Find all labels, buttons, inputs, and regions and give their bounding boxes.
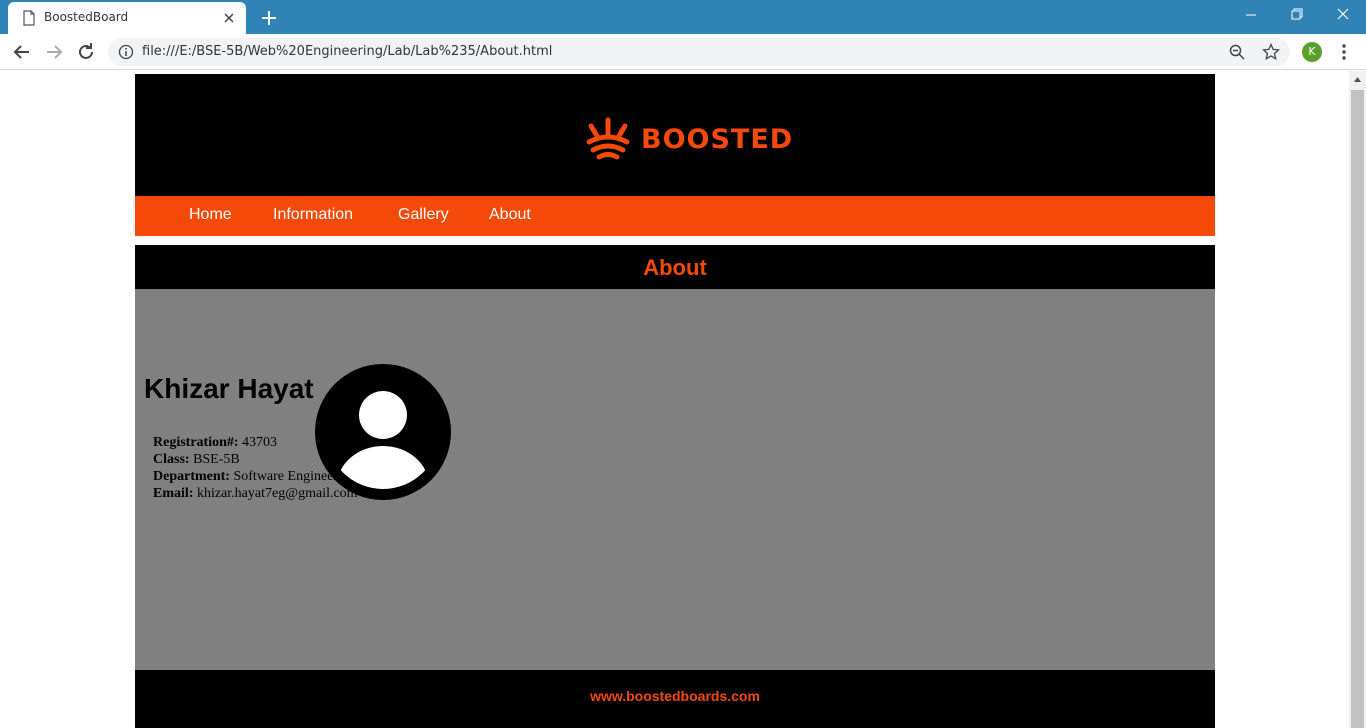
site-header: BOOSTED [135,74,1215,196]
tab-title: BoostedBoard [44,10,129,24]
profile-avatar[interactable]: K [1302,42,1322,62]
user-profile-icon [315,364,451,500]
nav-gallery-link[interactable]: Gallery [398,206,449,224]
scroll-up-arrow-icon[interactable] [1349,71,1366,88]
browser-toolbar: file:///E:/BSE-5B/Web%20Engineering/Lab/… [0,34,1366,70]
footer-website-link[interactable]: www.boostedboards.com [135,688,1215,704]
boosted-logo-mark-icon [586,117,630,160]
back-arrow-icon[interactable] [10,40,34,64]
main-nav: Home Information Gallery About [135,196,1215,236]
url-text[interactable]: file:///E:/BSE-5B/Web%20Engineering/Lab/… [142,44,552,59]
more-menu-icon[interactable] [1334,42,1354,62]
brand-name: BOOSTED [641,124,794,155]
section-title-bar: About [135,245,1215,289]
address-bar[interactable]: file:///E:/BSE-5B/Web%20Engineering/Lab/… [108,38,1290,66]
document-icon [23,10,35,26]
forward-arrow-icon[interactable] [42,40,66,64]
browser-titlebar: BoostedBoard [0,0,1366,34]
detail-label: Department: [153,469,230,484]
restore-icon[interactable] [1274,0,1320,30]
detail-value: BSE-5B [193,452,240,467]
detail-label: Registration#: [153,435,239,450]
detail-label: Class: [153,452,190,467]
scroll-thumb[interactable] [1351,90,1364,728]
new-tab-icon[interactable] [258,7,280,29]
about-content: Khizar Hayat Registration#: 43703 Class:… [135,289,1215,670]
web-page: BOOSTED Home Information Gallery About A… [135,74,1215,728]
nav-about-link[interactable]: About [489,206,531,224]
reload-icon[interactable] [74,40,98,64]
person-name: Khizar Hayat [144,373,314,404]
detail-label: Email: [153,486,194,501]
detail-value: 43703 [242,435,278,450]
info-icon[interactable] [118,44,134,60]
zoom-icon[interactable] [1228,43,1246,61]
bookmark-star-icon[interactable] [1262,43,1280,61]
boosted-logo[interactable]: BOOSTED [585,114,792,160]
vertical-scrollbar[interactable] [1349,71,1366,728]
section-title: About [643,255,707,280]
nav-information-link[interactable]: Information [273,206,353,224]
close-tab-icon[interactable] [220,9,238,27]
close-window-icon[interactable] [1320,0,1366,30]
browser-tab[interactable]: BoostedBoard [8,2,246,34]
site-footer: www.boostedboards.com [135,670,1215,728]
nav-home-link[interactable]: Home [189,206,232,224]
minimize-icon[interactable] [1228,0,1274,30]
